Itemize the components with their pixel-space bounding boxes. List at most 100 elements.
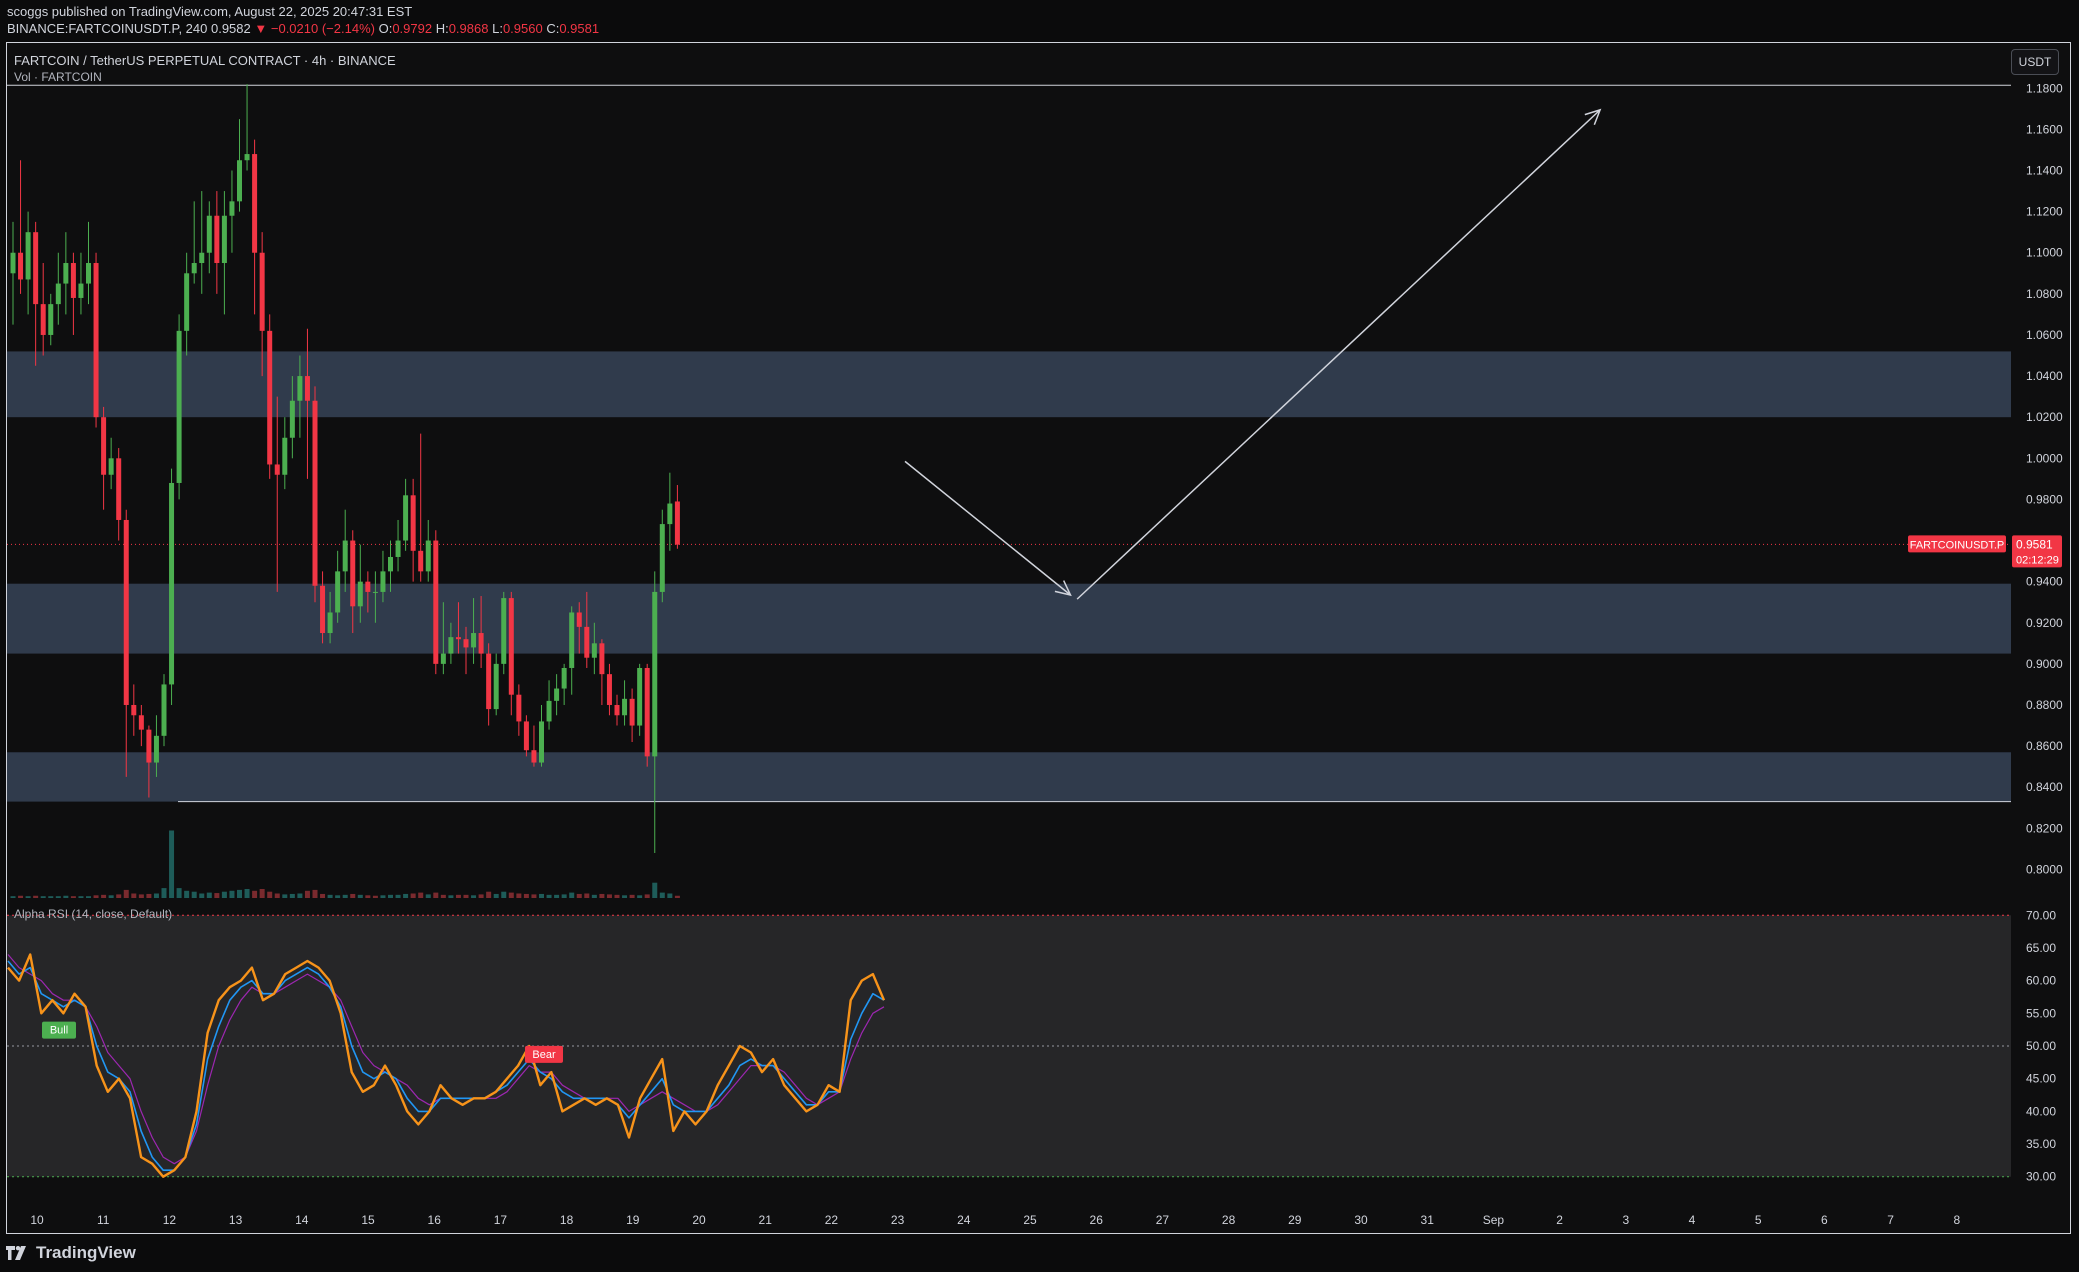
candle-body	[191, 263, 197, 274]
volume-bar	[184, 890, 190, 898]
candle-body	[523, 721, 529, 751]
volume-bar	[199, 893, 205, 898]
candle-body	[18, 252, 24, 280]
candle-body	[252, 154, 258, 253]
volume-bar	[282, 894, 288, 898]
time-tick-label: 14	[295, 1213, 309, 1227]
price-tick-label: 0.9000	[2026, 657, 2063, 671]
time-tick-label: 23	[891, 1213, 905, 1227]
volume-bar	[644, 894, 650, 898]
volume-bar	[10, 896, 16, 898]
price-tick-label: 1.1000	[2026, 246, 2063, 260]
volume-bar	[169, 830, 175, 898]
chart-canvas[interactable]: 1.1800 1.1600 1.1400 1.1200 1.1000 1.0800 1.06…	[0, 0, 2079, 1272]
price-tick-label: 1.0600	[2026, 328, 2063, 342]
volume-bar	[388, 894, 393, 898]
candle-body	[108, 458, 114, 475]
candle-body	[221, 215, 227, 264]
volume-bar	[637, 895, 643, 898]
volume-bar	[176, 888, 182, 898]
time-tick-label: 3	[1622, 1213, 1629, 1227]
candle-body	[674, 501, 680, 545]
tradingview-logo-icon	[6, 1246, 26, 1260]
candle-body	[282, 437, 288, 475]
volume-bar	[508, 892, 514, 898]
volume-bar	[191, 891, 197, 898]
candle-body	[659, 524, 665, 592]
candle-body	[267, 330, 273, 465]
candle-body	[365, 581, 371, 592]
price-tick-label: 1.1800	[2026, 81, 2063, 95]
time-tick-label: 10	[30, 1213, 44, 1227]
price-tick-label: 1.0200	[2026, 410, 2063, 424]
volume-bar	[606, 894, 612, 898]
volume-bar	[576, 893, 582, 898]
volume-bar	[531, 894, 537, 898]
bull-badge-text: Bull	[50, 1025, 68, 1037]
pane-title: FARTCOIN / TetherUS PERPETUAL CONTRACT ·…	[14, 53, 396, 68]
volume-bar	[629, 894, 635, 898]
candle-body	[380, 571, 386, 592]
candle-body	[622, 698, 628, 716]
candle-body	[63, 263, 69, 284]
volume-bar	[652, 882, 658, 898]
volume-bar	[486, 891, 492, 898]
candle-body	[418, 550, 424, 572]
volume-bar	[614, 894, 620, 898]
candle-body	[55, 283, 61, 305]
candle-body	[123, 519, 129, 705]
candle-body	[206, 215, 212, 253]
time-tick-label: 22	[825, 1213, 839, 1227]
candle-body	[78, 283, 84, 298]
candle-body	[554, 688, 560, 701]
candle-body	[146, 729, 152, 763]
rsi-tick-label: 70.00	[2026, 908, 2056, 922]
candle-body	[10, 252, 16, 274]
volume-bar	[146, 893, 152, 898]
volume-bar	[138, 894, 144, 898]
volume-bar	[206, 892, 212, 898]
rsi-tick-label: 35.00	[2026, 1137, 2056, 1151]
volume-bar	[674, 895, 680, 898]
volume-bar	[418, 892, 424, 898]
candle-body	[561, 667, 567, 689]
candle-body	[70, 263, 76, 298]
volume-bar	[327, 894, 333, 898]
candle-body	[501, 598, 507, 664]
price-tick-label: 1.1400	[2026, 164, 2063, 178]
time-tick-label: 6	[1821, 1213, 1828, 1227]
brand-name: TradingView	[36, 1243, 136, 1262]
volume-bar	[40, 896, 46, 898]
currency-button[interactable]: USDT	[2011, 49, 2059, 75]
candle-body	[274, 464, 280, 475]
tradingview-logo[interactable]: TradingView	[6, 1240, 136, 1266]
candle-body	[403, 495, 409, 541]
candle-body	[304, 376, 310, 401]
volume-bar	[433, 892, 439, 898]
candle-body	[350, 540, 356, 607]
volume-bar	[93, 895, 99, 898]
candle-body	[652, 591, 658, 757]
candle-body	[448, 637, 454, 654]
time-tick-label: 21	[759, 1213, 773, 1227]
time-tick-label: 27	[1156, 1213, 1170, 1227]
volume-bar	[493, 893, 499, 898]
volume-bar	[425, 894, 431, 898]
candle-body	[539, 721, 544, 763]
price-tick-label: 0.9400	[2026, 575, 2063, 589]
volume-bar	[584, 893, 590, 898]
candle-body	[161, 684, 167, 736]
candle-body	[644, 667, 650, 757]
candle-body	[667, 503, 673, 525]
rsi-tick-label: 30.00	[2026, 1170, 2056, 1184]
price-tag-timer: 02:12:29	[2016, 554, 2059, 566]
volume-label: Vol · FARTCOIN	[14, 70, 102, 84]
candle-body	[289, 400, 295, 438]
candle-body	[591, 643, 597, 658]
time-tick-label: Sep	[1483, 1213, 1505, 1227]
time-tick-label: 25	[1023, 1213, 1037, 1227]
volume-bar	[357, 894, 363, 898]
price-tick-label: 0.8000	[2026, 862, 2063, 876]
candle-body	[425, 540, 431, 572]
candle-body	[214, 215, 220, 264]
